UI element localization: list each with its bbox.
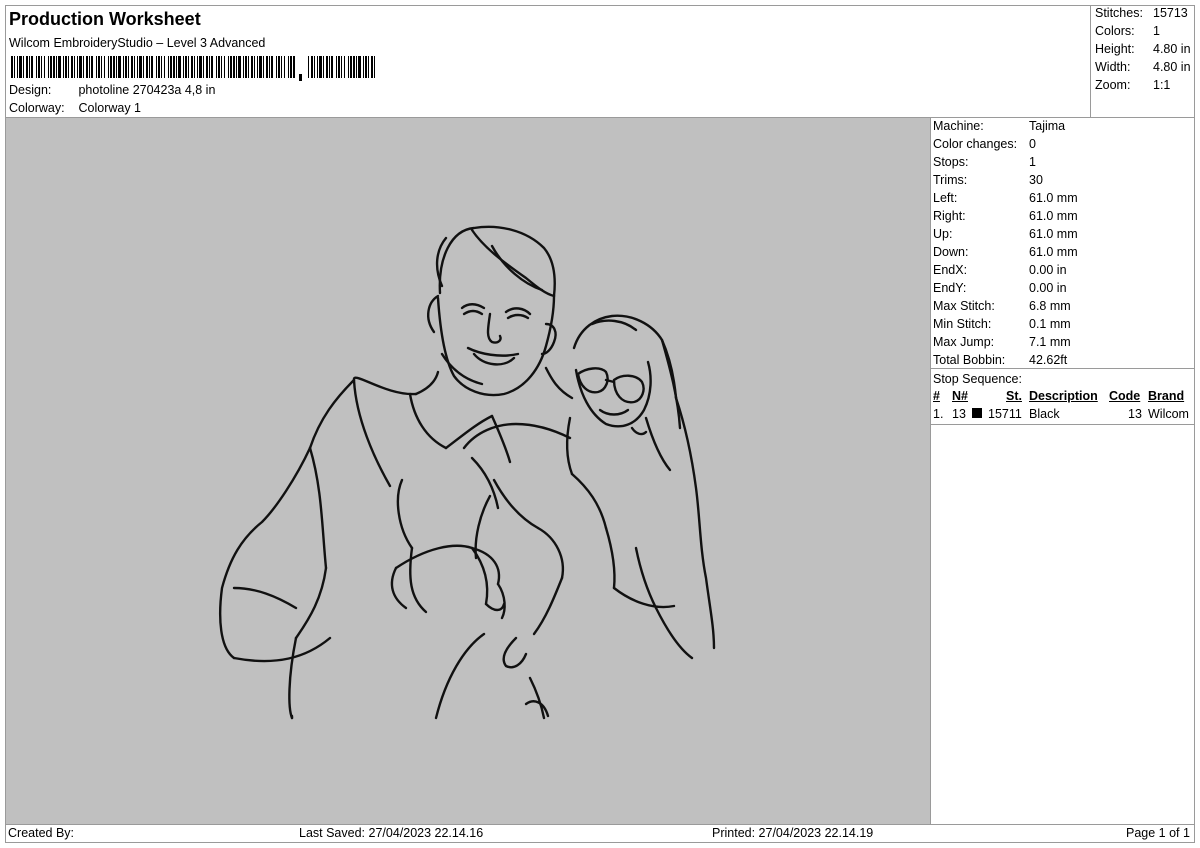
col-header-stitches: St. xyxy=(1006,389,1022,403)
thread-color-swatch xyxy=(972,408,982,418)
barcode xyxy=(11,56,381,81)
row-brand: Wilcom xyxy=(1148,407,1189,421)
info-color-changes: Color changes: 0 xyxy=(933,137,1036,155)
info-max-stitch: Max Stitch: 6.8 mm xyxy=(933,299,1071,317)
stat-label: Height: xyxy=(1095,42,1135,56)
info-up: Up: 61.0 mm xyxy=(933,227,1078,245)
info-label: EndY: xyxy=(933,281,967,295)
worksheet-title: Production Worksheet xyxy=(9,9,201,29)
software-subtitle: Wilcom EmbroideryStudio – Level 3 Advanc… xyxy=(9,36,266,50)
stat-value: 4.80 in xyxy=(1153,42,1191,56)
info-value: 0.1 mm xyxy=(1029,317,1071,331)
row-description: Black xyxy=(1029,407,1060,421)
stop-sequence-bottom-divider xyxy=(931,424,1195,425)
stat-value: 15713 xyxy=(1153,6,1188,20)
row-stitches: 15711 xyxy=(988,407,1022,421)
info-value: 0.00 in xyxy=(1029,263,1067,277)
row-code: 13 xyxy=(1128,407,1142,421)
info-value: 61.0 mm xyxy=(1029,209,1078,223)
row-num: 1. xyxy=(933,407,944,421)
design-preview-canvas xyxy=(6,118,931,824)
info-value: 42.62ft xyxy=(1029,353,1068,367)
info-label: Down: xyxy=(933,245,969,259)
stop-sequence-title: Stop Sequence: xyxy=(933,372,1022,386)
stat-value: 1:1 xyxy=(1153,78,1171,92)
colorway-value: Colorway 1 xyxy=(78,101,142,115)
colorway-label: Colorway: xyxy=(9,101,65,115)
stats-box: Stitches: 15713 Colors: 1 Height: 4.80 in W… xyxy=(1090,5,1195,118)
info-endy: EndY: 0.00 in xyxy=(933,281,1067,299)
info-label: Total Bobbin: xyxy=(933,353,1006,367)
machine-info-panel: Machine: Tajima Color changes: 0 Stops: 1 T… xyxy=(931,118,1195,824)
stat-height: Height: 4.80 in xyxy=(1095,42,1195,56)
colorway-row: Colorway: Colorway 1 xyxy=(9,101,141,115)
design-row: Design: photoline 270423a 4,8 in xyxy=(9,83,215,97)
info-down: Down: 61.0 mm xyxy=(933,245,1078,263)
stat-label: Zoom: xyxy=(1095,78,1131,92)
row-needle: 13 xyxy=(952,407,966,421)
footer-divider xyxy=(5,824,1195,825)
col-header-description: Description xyxy=(1029,389,1098,403)
info-value: 7.1 mm xyxy=(1029,335,1071,349)
col-header-brand: Brand xyxy=(1148,389,1185,403)
info-label: Color changes: xyxy=(933,137,1018,151)
stat-label: Colors: xyxy=(1095,24,1135,38)
info-label: Up: xyxy=(933,227,953,241)
stat-value: 1 xyxy=(1153,24,1160,38)
col-header-code: Code xyxy=(1109,389,1141,403)
info-value: 61.0 mm xyxy=(1029,191,1078,205)
printed-date: Printed: 27/04/2023 22.14.19 xyxy=(712,826,874,840)
info-stops: Stops: 1 xyxy=(933,155,1036,173)
info-label: EndX: xyxy=(933,263,968,277)
design-value: photoline 270423a 4,8 in xyxy=(78,83,216,97)
info-label: Trims: xyxy=(933,173,968,187)
embroidery-line-art xyxy=(219,225,716,720)
info-value: 61.0 mm xyxy=(1029,245,1078,259)
info-label: Max Stitch: xyxy=(933,299,995,313)
col-header-num: # xyxy=(933,389,940,403)
info-right: Right: 61.0 mm xyxy=(933,209,1078,227)
stat-label: Stitches: xyxy=(1095,6,1143,20)
stat-stitches: Stitches: 15713 xyxy=(1095,6,1195,20)
info-value: Tajima xyxy=(1029,119,1066,133)
page-number: Page 1 of 1 xyxy=(1126,826,1190,840)
created-by: Created By: xyxy=(8,826,75,840)
col-header-needle: N# xyxy=(952,389,968,403)
stat-width: Width: 4.80 in xyxy=(1095,60,1195,74)
info-value: 6.8 mm xyxy=(1029,299,1071,313)
stat-zoom: Zoom: 1:1 xyxy=(1095,78,1195,92)
info-machine: Machine: Tajima xyxy=(933,119,1065,137)
worksheet-header: Production Worksheet Wilcom EmbroiderySt… xyxy=(6,6,1090,118)
info-label: Left: xyxy=(933,191,958,205)
stat-value: 4.80 in xyxy=(1153,60,1191,74)
info-label: Stops: xyxy=(933,155,969,169)
info-min-stitch: Min Stitch: 0.1 mm xyxy=(933,317,1071,335)
info-left: Left: 61.0 mm xyxy=(933,191,1078,209)
info-label: Machine: xyxy=(933,119,984,133)
stop-sequence-divider xyxy=(931,368,1195,369)
info-value: 0.00 in xyxy=(1029,281,1067,295)
info-max-jump: Max Jump: 7.1 mm xyxy=(933,335,1071,353)
info-label: Min Stitch: xyxy=(933,317,992,331)
info-label: Max Jump: xyxy=(933,335,995,349)
last-saved: Last Saved: 27/04/2023 22.14.16 xyxy=(299,826,484,840)
stat-colors: Colors: 1 xyxy=(1095,24,1195,38)
info-trims: Trims: 30 xyxy=(933,173,1043,191)
info-endx: EndX: 0.00 in xyxy=(933,263,1067,281)
stat-label: Width: xyxy=(1095,60,1131,74)
design-label: Design: xyxy=(9,83,52,97)
info-value: 1 xyxy=(1029,155,1036,169)
info-label: Right: xyxy=(933,209,966,223)
info-value: 0 xyxy=(1029,137,1036,151)
info-value: 61.0 mm xyxy=(1029,227,1078,241)
info-value: 30 xyxy=(1029,173,1043,187)
